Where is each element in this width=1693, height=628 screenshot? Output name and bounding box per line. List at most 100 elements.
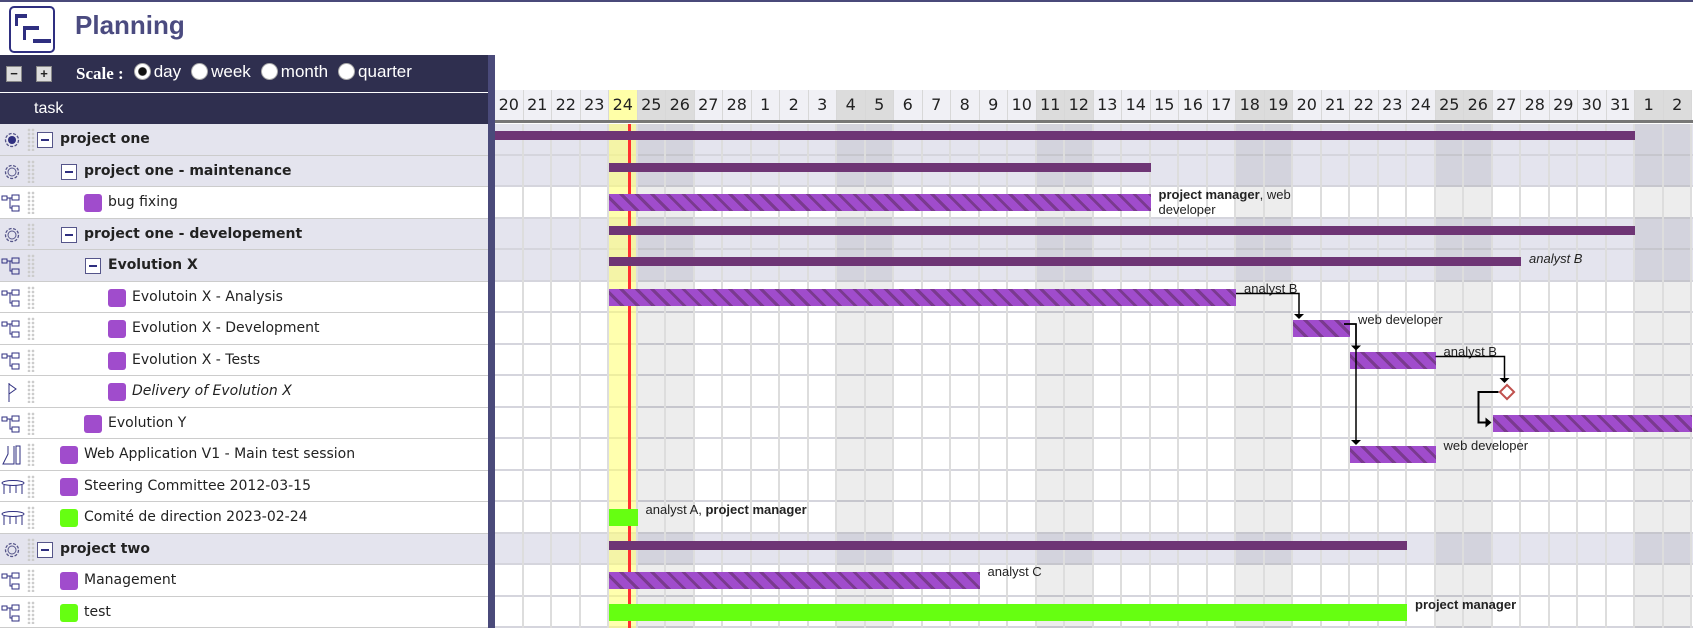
drag-handle[interactable]: [27, 222, 35, 246]
task-row[interactable]: Web Application V1 - Main test session: [0, 439, 488, 471]
day-cell: 8: [951, 90, 980, 120]
scale-radio-week[interactable]: week: [191, 62, 251, 82]
radio-circle[interactable]: [133, 63, 151, 81]
meeting-table-icon: [1, 508, 27, 528]
arrow-head-icon: [1351, 440, 1361, 445]
task-column-header[interactable]: task: [0, 93, 488, 124]
radio-circle[interactable]: [260, 63, 278, 81]
day-cell: 25: [1435, 90, 1464, 120]
scale-radio-month[interactable]: month: [260, 61, 329, 82]
drag-handle[interactable]: [27, 537, 35, 561]
scale-option-label: day: [153, 61, 182, 81]
gear-icon: [1, 162, 27, 182]
day-cell: 3: [808, 90, 837, 120]
collapse-toggle[interactable]: [37, 541, 53, 558]
scale-radio-quarter[interactable]: quarter: [338, 62, 412, 82]
day-cell: 22: [552, 90, 581, 120]
collapse-toggle[interactable]: [85, 258, 101, 274]
task-row[interactable]: test: [0, 596, 488, 628]
day-cell: 21: [523, 90, 552, 120]
day-cell: 25: [637, 90, 666, 120]
activity-tree-icon: [1, 193, 27, 213]
week-cell: 2023 #12 (Marc): [1293, 55, 1493, 90]
task-name: Evolution X: [108, 257, 198, 273]
radio-circle[interactable]: [191, 63, 209, 81]
day-cell: 27: [1492, 90, 1521, 120]
drag-handle[interactable]: [27, 128, 35, 151]
drag-handle[interactable]: [27, 443, 35, 466]
task-row[interactable]: Evolution X - Tests: [0, 344, 488, 376]
scale-option-label: month: [280, 61, 329, 81]
task-name: Comité de direction 2023-02-24: [84, 509, 308, 525]
task-color-swatch: [84, 194, 102, 212]
drag-handle[interactable]: [27, 159, 35, 183]
drag-handle[interactable]: [27, 317, 35, 340]
task-row[interactable]: project one: [0, 124, 488, 156]
task-row[interactable]: Evolution Y: [0, 407, 488, 439]
day-cell: 14: [1122, 90, 1151, 120]
day-cell: 20: [1293, 90, 1322, 120]
arrow-head-icon: [1485, 417, 1492, 428]
drag-handle[interactable]: [27, 380, 35, 403]
scale-label: Scale :: [76, 63, 124, 83]
drag-handle[interactable]: [27, 191, 35, 214]
day-cell: 31: [1606, 90, 1635, 120]
pane-splitter[interactable]: [488, 55, 495, 628]
radio-circle[interactable]: [338, 63, 356, 81]
scale-radio-day[interactable]: day: [133, 61, 182, 82]
drag-handle[interactable]: [27, 474, 35, 498]
task-row[interactable]: Steering Committee 2012-03-15: [0, 470, 488, 502]
drag-handle[interactable]: [27, 348, 35, 372]
collapse-toggle[interactable]: [61, 226, 77, 243]
dependency-arrow: [1344, 323, 1357, 444]
task-color-swatch: [84, 414, 102, 433]
gantt-logo-icon: [9, 6, 55, 53]
task-row[interactable]: Comité de direction 2023-02-24: [0, 502, 488, 534]
day-cell: 28: [723, 90, 752, 120]
page-title: Planning: [75, 10, 185, 40]
drag-handle[interactable]: [27, 506, 35, 529]
activity-tree-icon: [1, 288, 27, 308]
task-row[interactable]: project two: [0, 533, 488, 565]
task-row[interactable]: Evolution X: [0, 250, 488, 282]
collapse-all-button[interactable]: −: [6, 65, 22, 82]
day-cell: 5: [865, 90, 894, 120]
day-cell: 1: [1635, 90, 1664, 120]
scale-option-label: week: [211, 61, 251, 81]
drag-handle[interactable]: [27, 411, 35, 435]
task-row[interactable]: Management: [0, 565, 488, 597]
task-row[interactable]: Delivery of Evolution X: [0, 376, 488, 408]
meeting-table-icon: [1, 477, 27, 497]
drag-handle[interactable]: [27, 254, 35, 277]
day-cell: 9: [979, 90, 1008, 120]
drag-handle[interactable]: [27, 569, 35, 592]
task-name: Evolution Y: [108, 414, 187, 431]
drag-handle[interactable]: [27, 285, 35, 309]
collapse-toggle[interactable]: [37, 132, 53, 148]
task-row[interactable]: Evolution X - Development: [0, 313, 488, 345]
task-name: Evolution X - Development: [132, 320, 320, 336]
day-cell: 20: [495, 90, 524, 120]
task-row[interactable]: project one - developement: [0, 218, 488, 250]
task-name: test: [84, 603, 111, 620]
collapse-toggle[interactable]: [61, 163, 77, 180]
day-cell: 23: [580, 90, 609, 120]
expand-all-button[interactable]: +: [36, 65, 52, 82]
gantt-chart: 2023 #8 (Febr) 2023 #9 (Febr) 2023 #10 (Ma…: [495, 55, 1693, 628]
task-row[interactable]: project one - maintenance: [0, 155, 488, 187]
task-color-swatch: [108, 351, 126, 370]
day-cell: 24: [1407, 90, 1436, 120]
activity-tree-icon: [1, 571, 27, 591]
task-name: project one - maintenance: [84, 162, 292, 179]
day-cell: 27: [694, 90, 723, 120]
day-cell: 16: [1179, 90, 1208, 120]
task-row[interactable]: Evolutoin X - Analysis: [0, 281, 488, 313]
day-cell: 4: [837, 90, 866, 120]
task-color-swatch: [60, 603, 78, 622]
task-row[interactable]: bug fixing: [0, 187, 488, 219]
gantt-grid: project manager, web developer analyst Ba…: [495, 124, 1693, 628]
day-cell: 12: [1065, 90, 1094, 120]
dependency-links: [1236, 292, 1510, 445]
drag-handle[interactable]: [27, 600, 35, 624]
task-name: project two: [60, 540, 150, 557]
